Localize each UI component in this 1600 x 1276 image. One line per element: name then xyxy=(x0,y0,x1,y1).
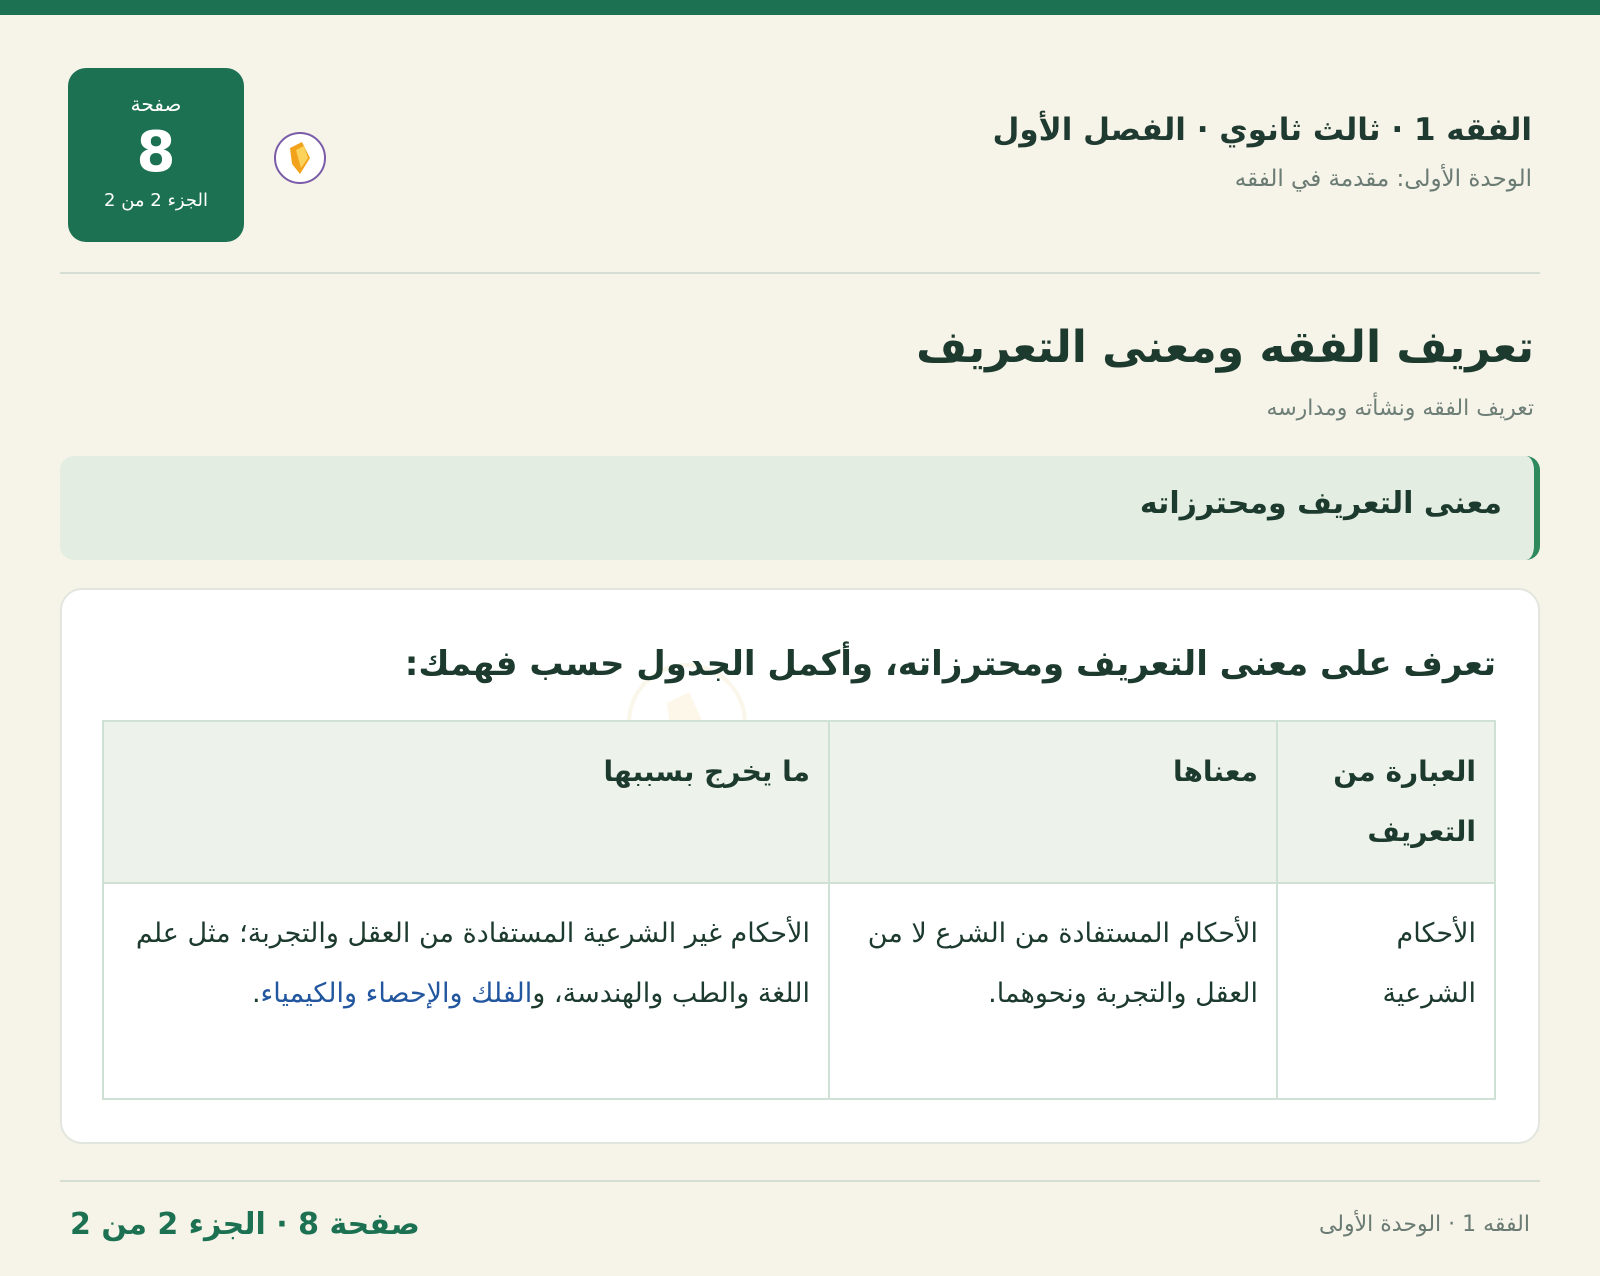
table-header-row: العبارة من التعريف معناها ما يخرج بسببها xyxy=(102,720,1496,884)
section-subtitle: تعريف الفقه ونشأته ومدارسه xyxy=(1266,396,1534,421)
excluded-highlight: الفلك والإحصاء والكيمياء xyxy=(260,978,533,1009)
content-card: حلول تعرف على معنى التعريف ومحترزاته، وأ… xyxy=(60,588,1540,1144)
badge-page-number: 8 xyxy=(136,120,176,185)
page-badge: صفحة 8 الجزء 2 من 2 xyxy=(68,68,244,242)
table-row: الأحكام الشرعية الأحكام المستفادة من الش… xyxy=(102,882,1496,1100)
unit-title: الوحدة الأولى: مقدمة في الفقه xyxy=(1234,166,1532,192)
section-title: تعريف الفقه ومعنى التعريف xyxy=(916,322,1534,373)
header-phrase: العبارة من التعريف xyxy=(1276,720,1496,884)
book-logo-icon xyxy=(274,132,326,184)
badge-part: الجزء 2 من 2 xyxy=(104,190,208,211)
badge-label: صفحة xyxy=(130,92,182,116)
header-excluded: ما يخرج بسببها xyxy=(102,720,830,884)
header-titles: الفقه 1 · ثالث ثانوي · الفصل الأول الوحد… xyxy=(992,108,1532,192)
hulul-logo: حلول xyxy=(274,125,442,184)
cell-phrase: الأحكام الشرعية xyxy=(1276,882,1496,1100)
callout-box: معنى التعريف ومحترزاته xyxy=(60,456,1540,560)
page-header: الفقه 1 · ثالث ثانوي · الفصل الأول الوحد… xyxy=(68,68,1532,242)
top-accent-bar xyxy=(0,0,1600,15)
cell-excluded: الأحكام غير الشرعية المستفادة من العقل و… xyxy=(102,882,830,1100)
course-title: الفقه 1 · ثالث ثانوي · الفصل الأول xyxy=(992,112,1532,148)
cell-meaning: الأحكام المستفادة من الشرع لا من العقل و… xyxy=(828,882,1278,1100)
header-meaning: معناها xyxy=(828,720,1278,884)
task-instruction: تعرف على معنى التعريف ومحترزاته، وأكمل ا… xyxy=(404,644,1496,684)
footer-course-info: الفقه 1 · الوحدة الأولى xyxy=(1318,1212,1530,1237)
logo-text: حلول xyxy=(440,125,442,179)
header-divider xyxy=(60,272,1540,274)
footer-divider xyxy=(60,1180,1540,1182)
definition-table: العبارة من التعريف معناها ما يخرج بسببها… xyxy=(102,720,1496,1100)
excluded-end: . xyxy=(251,978,261,1009)
callout-text: معنى التعريف ومحترزاته xyxy=(1139,486,1502,521)
footer-page-info: صفحة 8 · الجزء 2 من 2 xyxy=(70,1207,420,1242)
